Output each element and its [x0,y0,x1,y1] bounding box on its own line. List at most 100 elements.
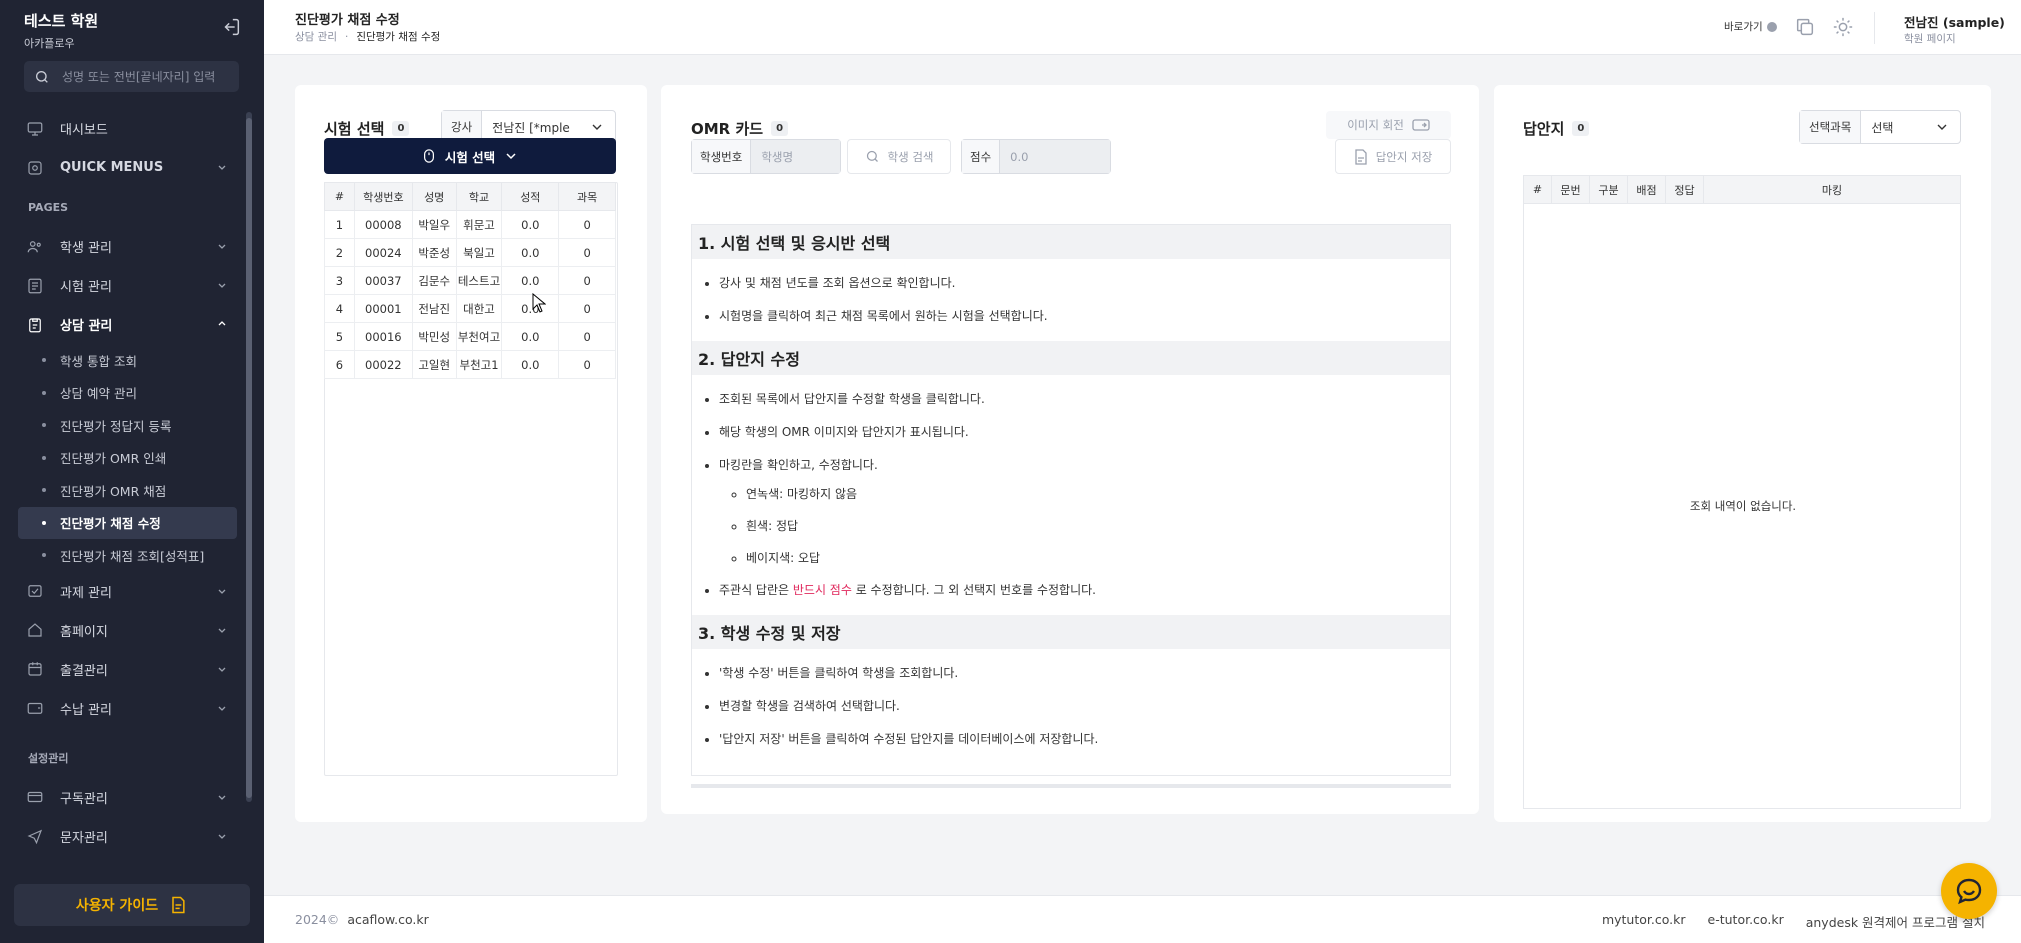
sidebar-item-subscription[interactable]: 구독관리 [18,778,237,817]
bullet-icon [42,423,46,428]
sidebar-subitem[interactable]: 상담 예약 관리 [18,377,237,410]
bullet-icon [42,520,46,525]
sidebar-item-attendance[interactable]: 출결관리 [18,650,237,689]
guide-icon [172,896,185,914]
col-header[interactable]: 문번 [1552,176,1590,203]
footer: 2024© acaflow.co.kr mytutor.co.kr e-tuto… [264,895,2021,943]
sidebar-item-homepage[interactable]: 홈페이지 [18,611,237,650]
sidebar-subitem[interactable]: 학생 통합 조회 [18,344,237,377]
guide-item: 강사 및 채점 년도를 조회 옵션으로 확인합니다. [719,267,1450,300]
copy-icon[interactable] [1794,16,1816,38]
col-header[interactable]: # [324,182,355,211]
col-header[interactable]: 배점 [1628,176,1666,203]
chevron-down-icon [218,589,226,594]
col-header[interactable]: 학생번호 [353,182,413,211]
col-header[interactable]: 과목 [558,182,616,211]
cell: 00008 [353,210,413,239]
copyright: 2024© acaflow.co.kr [295,912,429,927]
search-student-button[interactable]: 학생 검색 [847,139,951,174]
cell: 6 [324,350,355,379]
guide-section-2-title: 2. 답안지 수정 [692,341,1450,375]
sidebar-item-label: 시험 관리 [60,280,112,295]
rotate-image-button[interactable]: 이미지 회전 [1326,111,1451,139]
score-value: 0.0 [1000,140,1110,173]
logout-icon[interactable] [220,16,242,38]
save-answer-button[interactable]: 답안지 저장 [1335,139,1451,174]
bullet-icon [42,390,46,395]
col-header[interactable]: # [1524,176,1552,203]
cell: 0.0 [501,294,560,323]
search-input[interactable] [62,69,232,84]
breadcrumb-parent[interactable]: 상담 관리 [295,29,337,44]
table-row[interactable]: 4 00001 전남진 대한고 0.0 0 [324,294,616,323]
table-row[interactable]: 1 00008 박일우 휘문고 0.0 0 [324,210,616,239]
col-header[interactable]: 마킹 [1704,176,1960,203]
table-row[interactable]: 2 00024 박준성 북일고 0.0 0 [324,238,616,267]
chevron-down-icon [218,628,226,633]
table-row[interactable]: 3 00037 김문수 테스트고 0.0 0 [324,266,616,295]
col-header[interactable]: 성명 [411,182,457,211]
score-field[interactable]: 점수 0.0 [961,139,1111,174]
table-row[interactable]: 5 00016 박민성 부천여고 0.0 0 [324,322,616,351]
user-guide-button[interactable]: 사용자 가이드 [14,884,250,926]
sun-icon[interactable] [1832,16,1854,38]
sidebar-subitem[interactable]: 진단평가 정답지 등록 [18,409,237,442]
cell: 3 [324,266,355,295]
footer-link[interactable]: e-tutor.co.kr [1708,912,1784,931]
brand[interactable]: 테스트 학원 아카플로우 [24,10,98,51]
info-icon [1766,21,1777,32]
guide-item: 조회된 목록에서 답안지를 수정할 학생을 클릭합니다. [719,383,1450,416]
guide-item: '학생 수정' 버튼을 클릭하여 학생을 조회합니다. [719,657,1450,690]
guide-item: 주관식 답란은 반드시 점수 로 수정합니다. 그 외 선택지 번호를 수정합니… [719,574,1450,607]
sidebar-subitem-active[interactable]: 진단평가 채점 수정 [18,506,237,539]
sidebar-item-counseling[interactable]: 상담 관리 [18,305,237,344]
chevron-down-icon [218,795,226,800]
cell: 박일우 [411,210,457,239]
sidebar-item-dashboard[interactable]: 대시보드 [18,109,237,148]
horizontal-scrollbar[interactable] [691,784,1451,788]
cell: 00016 [353,322,413,351]
student-number-label: 학생번호 [692,140,752,173]
chevron-down-icon [218,283,226,288]
sidebar-scrollbar-thumb[interactable] [246,118,252,798]
cell: 0 [558,266,616,295]
score-label: 점수 [962,140,1001,173]
home-icon [28,623,42,637]
sidebar-item-exams[interactable]: 시험 관리 [18,266,237,305]
cell: 5 [324,322,355,351]
guide-item-text: 마킹란을 확인하고, 수정합니다. [719,458,878,472]
sidebar-item-sms[interactable]: 문자관리 [18,817,237,856]
col-header[interactable]: 학교 [455,182,503,211]
user-name[interactable]: 전남진 (sample) [1904,12,2005,31]
chat-button[interactable] [1941,863,1997,919]
mouse-cursor-icon [532,293,546,313]
guide-text: 로 수정합니다. 그 외 선택지 번호를 수정합니다. [851,583,1096,597]
clipboard-icon [29,317,41,332]
student-number-field[interactable]: 학생번호 학생명 [691,139,841,174]
cell: 4 [324,294,355,323]
cell: 00001 [353,294,413,323]
sidebar-item-students[interactable]: 학생 관리 [18,227,237,266]
subject-select[interactable]: 선택과목 선택 [1799,110,1961,144]
col-header[interactable]: 정답 [1666,176,1704,203]
sidebar-item-payments[interactable]: 수납 관리 [18,689,237,728]
student-table: # 학생번호 성명 학교 성적 과목 1 00008 박일우 휘문고 0.0 0 2 000… [324,182,616,379]
rotate-icon [1412,119,1430,131]
wallet-icon [27,702,43,714]
sidebar-subitem[interactable]: 진단평가 OMR 채점 [18,474,237,507]
col-header[interactable]: 구분 [1590,176,1628,203]
col-header[interactable]: 성적 [501,182,560,211]
sidebar-subitem[interactable]: 진단평가 채점 조회[성적표] [18,539,237,572]
exam-panel-title-text: 시험 선택 [324,120,385,138]
sidebar-item-tasks[interactable]: 과제 관리 [18,572,237,611]
table-row[interactable]: 6 00022 고일현 부천고1 0.0 0 [324,350,616,379]
chevron-down-icon [218,165,226,170]
sidebar-subitem[interactable]: 진단평가 OMR 인쇄 [18,442,237,475]
copyright-site[interactable]: acaflow.co.kr [347,912,428,927]
mouse-icon [423,149,434,163]
exam-select-button[interactable]: 시험 선택 [324,138,616,174]
sidebar-item-quick-menus[interactable]: QUICK MENUS [18,148,237,187]
footer-link[interactable]: mytutor.co.kr [1602,912,1686,931]
cell: 0.0 [501,350,560,379]
shortcut-button[interactable]: 바로가기 [1724,19,1777,34]
